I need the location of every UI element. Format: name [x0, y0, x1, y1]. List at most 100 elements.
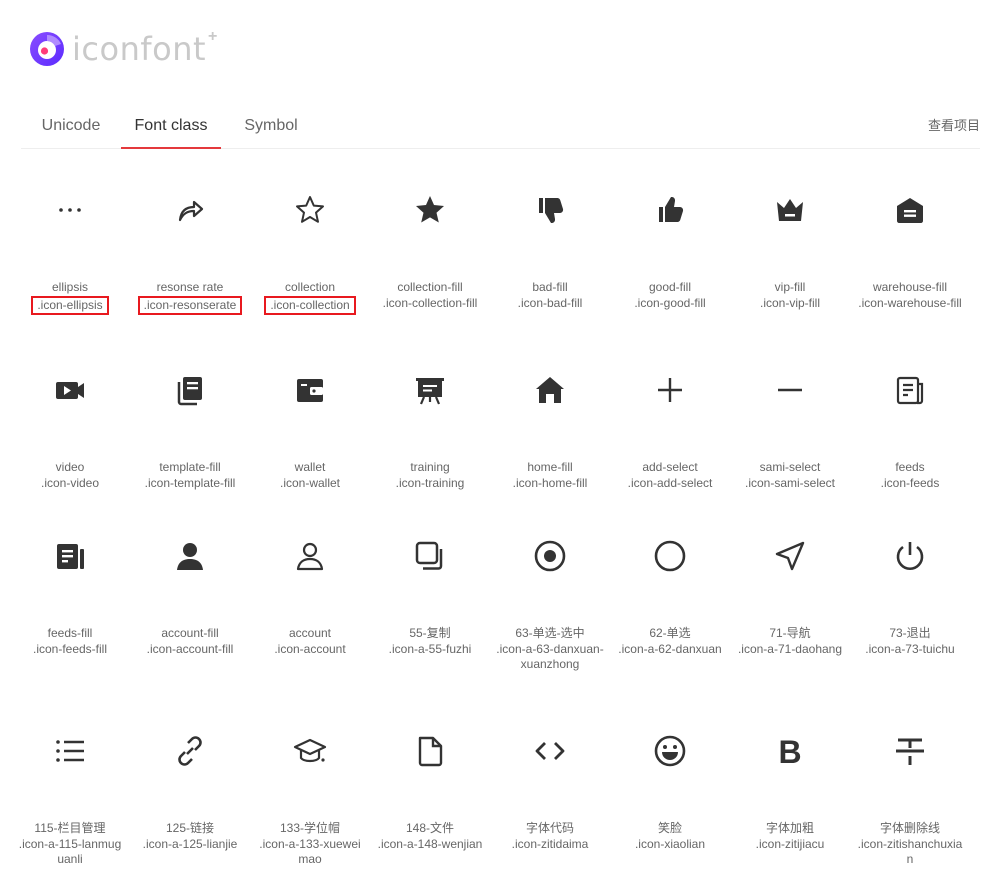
icon-preview [370, 526, 490, 586]
icon-card[interactable]: 115-栏目管理 .icon-a-115-lanmuguanli [10, 721, 130, 867]
icon-class-name: .icon-add-select [627, 476, 713, 490]
tab-label: Symbol [244, 117, 298, 134]
icon-preview [10, 526, 130, 586]
icon-card[interactable]: 55-复制 .icon-a-55-fuzhi [370, 526, 490, 657]
icon-preview [370, 721, 490, 781]
icon-card[interactable]: home-fill .icon-home-fill [490, 360, 610, 491]
icon-card[interactable]: collection-fill .icon-collection-fill [370, 180, 490, 311]
icon-class-name: .icon-wallet [279, 476, 341, 490]
icon-card[interactable]: account-fill .icon-account-fill [130, 526, 250, 657]
template-icon [177, 377, 202, 406]
icon-class-name: .icon-sami-select [744, 476, 836, 490]
icon-name: bad-fill [532, 280, 568, 294]
icon-name: account-fill [161, 626, 219, 640]
bold-icon: B [778, 734, 801, 768]
account-fill-icon [177, 543, 203, 570]
icon-class-name: .icon-account [274, 642, 346, 656]
icon-class-name: .icon-good-fill [634, 296, 706, 310]
icon-preview [490, 721, 610, 781]
account-outline-icon [296, 542, 324, 571]
icon-preview [250, 180, 370, 240]
icon-class-name: .icon-vip-fill [759, 296, 820, 310]
wallet-icon [297, 379, 323, 402]
icon-class-name: .icon-zitijiacu [755, 837, 825, 851]
tab-unicode[interactable]: Unicode [21, 104, 121, 148]
icon-preview [610, 180, 730, 240]
brand-logo[interactable]: iconfont + [29, 28, 217, 68]
icon-card[interactable]: 148-文件 .icon-a-148-wenjian [370, 721, 490, 852]
icon-class-name: .icon-a-148-wenjian [377, 837, 483, 851]
icon-preview: B [730, 721, 850, 781]
icon-card[interactable]: collection .icon-collection [250, 180, 370, 315]
icon-preview [370, 360, 490, 420]
icon-card[interactable]: good-fill .icon-good-fill [610, 180, 730, 311]
icon-card[interactable]: 125-链接 .icon-a-125-lianjie [130, 721, 250, 852]
view-project-link[interactable]: 查看项目 [928, 104, 980, 148]
icon-preview [730, 526, 850, 586]
icon-card[interactable]: add-select .icon-add-select [610, 360, 730, 491]
smile-icon [654, 735, 686, 767]
icon-card[interactable]: resonse rate .icon-resonserate [130, 180, 250, 315]
icon-class-name: .icon-xiaolian [634, 837, 706, 851]
icon-name: vip-fill [774, 280, 806, 294]
icon-preview [730, 360, 850, 420]
crown-icon [777, 199, 803, 221]
icon-name: 笑脸 [657, 821, 682, 835]
icon-card[interactable]: 字体删除线 .icon-zitishanchuxian [850, 721, 970, 867]
icon-name: 字体加粗 [765, 821, 814, 835]
icon-name: 133-学位帽 [279, 821, 341, 835]
icon-card[interactable]: 笑脸 .icon-xiaolian [610, 721, 730, 852]
thumbs-up-icon [659, 197, 684, 222]
icon-preview [250, 526, 370, 586]
list-icon [56, 740, 84, 762]
icon-preview [10, 360, 130, 420]
icon-name: resonse rate [156, 280, 224, 294]
icon-preview [250, 721, 370, 781]
icon-class-name: .icon-feeds-fill [32, 642, 108, 656]
icon-card[interactable]: feeds-fill .icon-feeds-fill [10, 526, 130, 657]
icon-preview [130, 526, 250, 586]
icon-card[interactable]: 62-单选 .icon-a-62-danxuan [610, 526, 730, 657]
icon-class-name: .icon-a-55-fuzhi [388, 642, 472, 656]
icon-card[interactable]: account .icon-account [250, 526, 370, 657]
brand-name: iconfont [72, 30, 207, 68]
code-icon [535, 742, 565, 760]
tab-label: Unicode [41, 117, 101, 134]
icon-preview [10, 180, 130, 240]
icon-class-name: .icon-a-125-lianjie [142, 837, 238, 851]
icon-preview [130, 180, 250, 240]
icon-card[interactable]: 字体代码 .icon-zitidaima [490, 721, 610, 852]
icon-card[interactable]: template-fill .icon-template-fill [130, 360, 250, 491]
feeds-outline-icon [896, 376, 924, 405]
icon-card[interactable]: feeds .icon-feeds [850, 360, 970, 491]
icon-card[interactable]: 133-学位帽 .icon-a-133-xueweimao [250, 721, 370, 867]
tab-symbol[interactable]: Symbol [221, 104, 321, 148]
icon-card[interactable]: video .icon-video [10, 360, 130, 491]
icon-name: 63-单选-选中 [515, 626, 585, 640]
training-board-icon [416, 378, 444, 405]
icon-preview [370, 180, 490, 240]
icon-card[interactable]: ellipsis .icon-ellipsis [10, 180, 130, 315]
tab-font-class[interactable]: Font class [121, 104, 221, 149]
minus-icon [778, 388, 802, 392]
icon-card[interactable]: bad-fill .icon-bad-fill [490, 180, 610, 311]
icon-card[interactable]: 73-退出 .icon-a-73-tuichu [850, 526, 970, 657]
icon-card[interactable]: warehouse-fill .icon-warehouse-fill [850, 180, 970, 311]
icon-card[interactable]: 63-单选-选中 .icon-a-63-danxuan-xuanzhong [490, 526, 610, 672]
icon-class-name: .icon-a-71-daohang [737, 642, 843, 656]
icon-card[interactable]: 71-导航 .icon-a-71-daohang [730, 526, 850, 657]
icon-card[interactable]: vip-fill .icon-vip-fill [730, 180, 850, 311]
icon-class-name: .icon-ellipsis [10, 296, 130, 315]
icon-name: 55-复制 [409, 626, 451, 640]
highlighted-class-name: .icon-resonserate [137, 296, 243, 315]
icon-card[interactable]: B 字体加粗 .icon-zitijiacu [730, 721, 850, 852]
icon-name: 字体删除线 [879, 821, 940, 835]
icon-name: ellipsis [51, 280, 88, 294]
copy-icon [415, 541, 443, 570]
icon-class-name: .icon-a-62-danxuan [618, 642, 722, 656]
icon-name: 71-导航 [769, 626, 811, 640]
icon-card[interactable]: sami-select .icon-sami-select [730, 360, 850, 491]
icon-class-name: .icon-a-115-lanmuguanli [18, 837, 122, 866]
icon-card[interactable]: training .icon-training [370, 360, 490, 491]
icon-card[interactable]: wallet .icon-wallet [250, 360, 370, 491]
